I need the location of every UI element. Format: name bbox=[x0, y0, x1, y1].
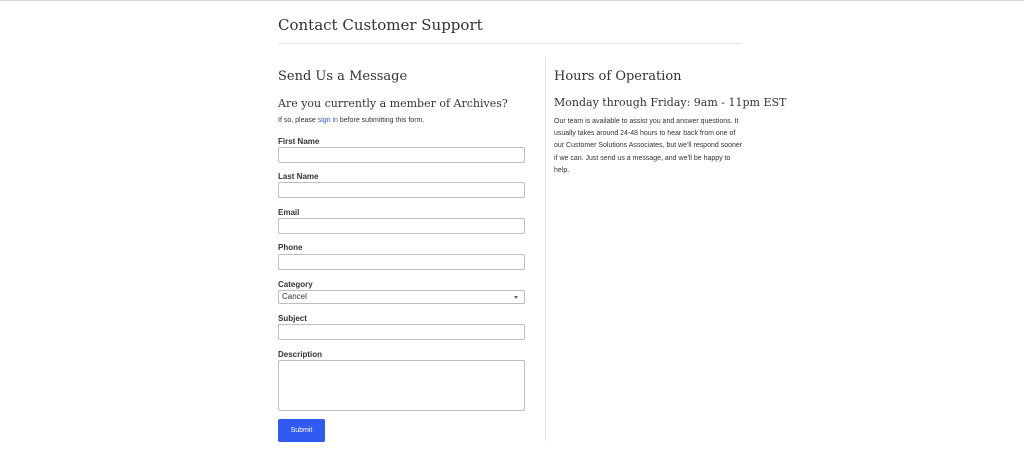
member-question: Are you currently a member of Archives? bbox=[278, 97, 508, 110]
hours-schedule: Monday through Friday: 9am - 11pm EST bbox=[554, 96, 787, 109]
email-field[interactable] bbox=[278, 218, 525, 234]
phone-label: Phone bbox=[278, 243, 303, 252]
sign-in-link[interactable]: sign in bbox=[318, 117, 338, 124]
last-name-field[interactable] bbox=[278, 182, 525, 198]
top-border bbox=[0, 0, 1024, 1]
chevron-down-icon bbox=[514, 296, 518, 299]
description-label: Description bbox=[278, 350, 323, 359]
phone-field[interactable] bbox=[278, 254, 525, 270]
signin-note: If so, please sign in before submitting … bbox=[278, 117, 424, 124]
description-textarea[interactable] bbox=[278, 360, 525, 411]
column-divider bbox=[545, 57, 546, 441]
signin-prefix: If so, please bbox=[278, 117, 318, 124]
submit-button[interactable]: Submit bbox=[278, 419, 325, 442]
hours-heading: Hours of Operation bbox=[554, 69, 682, 84]
title-divider bbox=[278, 43, 742, 44]
email-label: Email bbox=[278, 208, 300, 217]
category-selected-value: Cancel bbox=[282, 292, 307, 301]
subject-label: Subject bbox=[278, 314, 307, 323]
last-name-label: Last Name bbox=[278, 172, 319, 181]
first-name-field[interactable] bbox=[278, 147, 525, 163]
subject-field[interactable] bbox=[278, 324, 525, 340]
page-title: Contact Customer Support bbox=[278, 16, 483, 34]
signin-suffix: before submitting this form. bbox=[337, 117, 425, 124]
hours-description: Our team is available to assist you and … bbox=[554, 118, 743, 174]
category-select[interactable]: Cancel bbox=[278, 290, 525, 304]
category-label: Category bbox=[278, 280, 313, 289]
form-heading: Send Us a Message bbox=[278, 69, 408, 84]
first-name-label: First Name bbox=[278, 137, 320, 146]
